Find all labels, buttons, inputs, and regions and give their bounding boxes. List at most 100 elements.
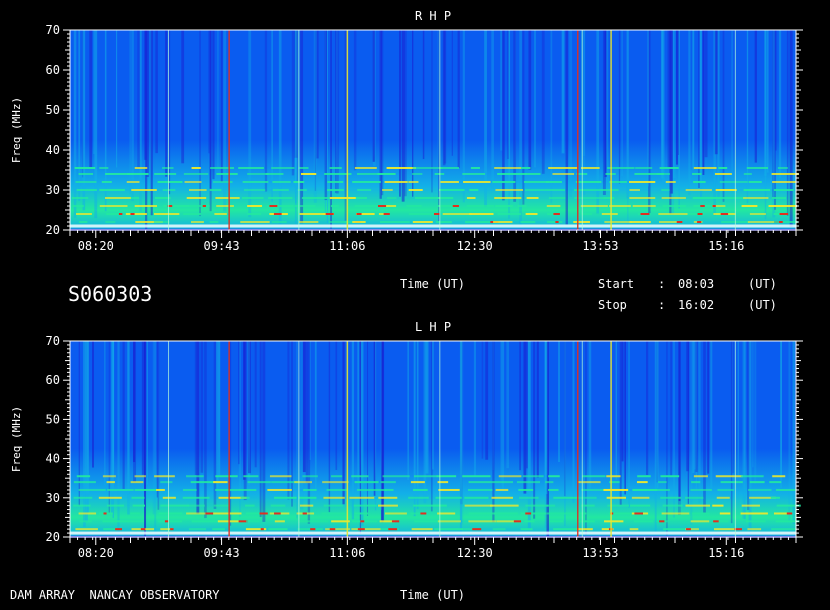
noise-streak (140, 30, 142, 184)
emission-band (243, 189, 266, 191)
emission-band (125, 213, 147, 215)
emission-band (413, 475, 438, 478)
start-colon: : (658, 277, 666, 291)
noise-streak (154, 341, 157, 533)
emission-band (576, 528, 593, 531)
emission-band (298, 520, 329, 523)
emission-band (636, 481, 648, 484)
emission-band (775, 488, 796, 491)
emission-band (573, 221, 590, 223)
emission-band (356, 173, 380, 175)
emission-band (126, 181, 140, 183)
emission-band (134, 475, 146, 478)
noise-streak (152, 341, 155, 515)
emission-band (157, 181, 183, 183)
noise-streak (533, 341, 536, 519)
noise-streak (569, 30, 573, 197)
emission-hotspot (103, 512, 107, 515)
emission-band (462, 475, 491, 478)
emission-band (101, 181, 112, 183)
emission-hotspot (472, 528, 482, 531)
emission-band (553, 528, 579, 531)
emission-band (720, 481, 743, 484)
emission-band (580, 504, 595, 507)
emission-band (464, 504, 493, 507)
emission-band (633, 520, 654, 523)
emission-hotspot (164, 520, 169, 523)
emission-band (494, 197, 522, 199)
emission-band (216, 173, 238, 175)
emission-band (355, 197, 367, 199)
emission-band (582, 475, 606, 478)
emission-band (327, 181, 344, 183)
emission-band (131, 496, 145, 499)
emission-band (269, 475, 292, 478)
noise-streak (278, 30, 282, 225)
emission-band (412, 221, 433, 223)
emission-band (272, 181, 291, 183)
emission-band (214, 213, 227, 215)
emission-band (325, 528, 351, 531)
noise-streak (116, 30, 118, 168)
noise-streak (789, 30, 793, 227)
noise-streak (670, 341, 672, 477)
emission-band (609, 181, 628, 183)
emission-band (490, 481, 514, 484)
emission-band (489, 504, 519, 507)
start-unit: (UT) (748, 277, 777, 291)
emission-hotspot (713, 520, 719, 523)
emission-band (247, 213, 262, 215)
emission-band (714, 173, 732, 175)
x-tick-label: 13:53 (582, 239, 618, 253)
noise-streak (565, 30, 568, 225)
emission-band (715, 189, 737, 191)
emission-band (274, 496, 297, 499)
emission-band (658, 481, 667, 484)
emission-band (468, 481, 491, 484)
emission-band (494, 167, 522, 169)
emission-band (516, 481, 541, 484)
stop-value: 16:02 (678, 298, 715, 312)
emission-band (330, 205, 339, 207)
noise-streak (425, 341, 429, 474)
noise-streak (212, 30, 215, 180)
emission-band (747, 221, 778, 223)
y-axis-label: Freq (MHz) (10, 406, 23, 472)
noise-streak (200, 341, 204, 473)
emission-band (546, 512, 576, 515)
noise-streak (104, 30, 107, 212)
emission-band (298, 496, 317, 499)
noise-streak (754, 341, 757, 485)
emission-band (495, 488, 509, 491)
noise-streak (661, 30, 665, 183)
emission-band (691, 481, 701, 484)
noise-streak (204, 341, 207, 519)
emission-hotspot (420, 512, 427, 515)
emission-band (773, 189, 794, 191)
emission-band (352, 520, 378, 523)
emission-band (241, 197, 264, 199)
emission-band (217, 520, 239, 523)
emission-band (298, 167, 309, 169)
noise-streak (675, 30, 679, 165)
emission-band (238, 167, 264, 169)
emission-band (743, 197, 769, 199)
noise-streak (695, 341, 698, 473)
noise-streak (300, 30, 304, 224)
emission-band (210, 167, 235, 169)
emission-band (268, 197, 293, 199)
emission-band (462, 173, 486, 175)
emission-band (191, 167, 201, 169)
noise-streak (561, 30, 565, 154)
noise-streak (564, 341, 566, 497)
emission-hotspot (357, 528, 365, 531)
emission-band (553, 496, 580, 499)
emission-band (215, 488, 241, 491)
emission-band (746, 520, 766, 523)
emission-band (469, 213, 494, 215)
emission-band (546, 189, 565, 191)
emission-band (632, 488, 658, 491)
noise-streak (259, 341, 262, 518)
emission-band (188, 528, 207, 531)
emission-band (465, 221, 492, 223)
